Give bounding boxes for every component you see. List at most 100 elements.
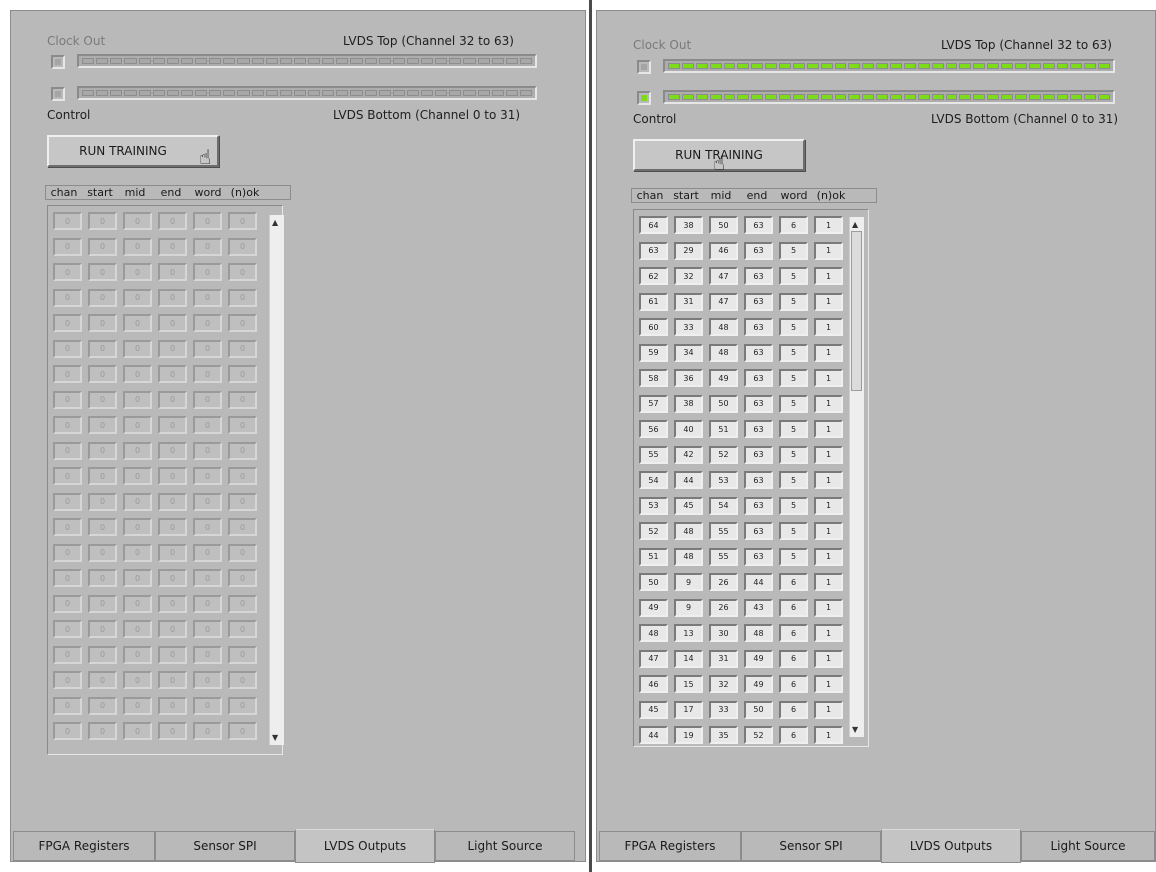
table-cell[interactable]: 33: [709, 700, 738, 719]
table-cell[interactable]: 63: [639, 241, 668, 260]
table-cell[interactable]: 1: [814, 624, 843, 642]
table-cell[interactable]: 0: [88, 263, 117, 281]
table-cell[interactable]: 63: [744, 471, 773, 489]
table-cell[interactable]: 31: [674, 292, 703, 311]
table-cell[interactable]: 0: [53, 645, 82, 664]
table-cell[interactable]: 47: [709, 292, 738, 311]
table-cell[interactable]: 32: [709, 675, 738, 693]
table-cell[interactable]: 0: [88, 365, 117, 383]
table-cell[interactable]: 0: [158, 671, 187, 689]
table-cell[interactable]: 1: [814, 726, 843, 744]
table-cell[interactable]: 0: [53, 212, 82, 230]
table-cell[interactable]: 0: [88, 671, 117, 689]
table-cell[interactable]: 1: [814, 445, 843, 464]
table-cell[interactable]: 0: [228, 390, 257, 409]
table-cell[interactable]: 0: [158, 722, 187, 740]
table-cell[interactable]: 0: [123, 594, 152, 613]
table-cell[interactable]: 0: [88, 492, 117, 511]
table-cell[interactable]: 45: [639, 700, 668, 719]
table-cell[interactable]: 63: [744, 496, 773, 515]
table-cell[interactable]: 0: [88, 390, 117, 409]
table-cell[interactable]: 14: [674, 649, 703, 668]
scroll-up-icon[interactable]: ▲: [272, 218, 278, 227]
table-cell[interactable]: 42: [674, 445, 703, 464]
table-cell[interactable]: 1: [814, 394, 843, 413]
table-cell[interactable]: 30: [709, 624, 738, 642]
table-cell[interactable]: 48: [709, 343, 738, 362]
table-cell[interactable]: 63: [744, 445, 773, 464]
table-cell[interactable]: 0: [123, 543, 152, 562]
table-cell[interactable]: 0: [193, 594, 222, 613]
table-cell[interactable]: 0: [123, 416, 152, 434]
table-cell[interactable]: 0: [228, 671, 257, 689]
table-cell[interactable]: 0: [88, 722, 117, 740]
table-cell[interactable]: 0: [123, 212, 152, 230]
table-cell[interactable]: 0: [193, 671, 222, 689]
table-cell[interactable]: 0: [228, 518, 257, 536]
table-cell[interactable]: 0: [193, 288, 222, 307]
table-cell[interactable]: 57: [639, 394, 668, 413]
table-cell[interactable]: 0: [158, 518, 187, 536]
table-cell[interactable]: 19: [674, 726, 703, 744]
table-cell[interactable]: 55: [709, 522, 738, 540]
table-cell[interactable]: 0: [158, 416, 187, 434]
table-cell[interactable]: 32: [674, 267, 703, 285]
table-cell[interactable]: 0: [53, 620, 82, 638]
table-cell[interactable]: 49: [709, 369, 738, 387]
table-cell[interactable]: 0: [158, 543, 187, 562]
table-cell[interactable]: 0: [88, 569, 117, 587]
table-cell[interactable]: 0: [88, 696, 117, 715]
table-cell[interactable]: 0: [53, 569, 82, 587]
table-cell[interactable]: 48: [674, 522, 703, 540]
run-training-button[interactable]: RUN TRAINING: [47, 135, 219, 167]
table-cell[interactable]: 0: [88, 518, 117, 536]
table-cell[interactable]: 0: [228, 620, 257, 638]
table-cell[interactable]: 0: [53, 263, 82, 281]
table-cell[interactable]: 1: [814, 420, 843, 438]
table-cell[interactable]: 0: [123, 620, 152, 638]
table-cell[interactable]: 48: [709, 318, 738, 336]
table-cell[interactable]: 48: [639, 624, 668, 642]
table-cell[interactable]: 0: [53, 492, 82, 511]
table-cell[interactable]: 60: [639, 318, 668, 336]
table-cell[interactable]: 0: [123, 365, 152, 383]
table-cell[interactable]: 0: [88, 339, 117, 358]
table-cell[interactable]: 38: [674, 216, 703, 234]
scroll-down-icon[interactable]: ▼: [852, 725, 858, 734]
table-cell[interactable]: 0: [53, 339, 82, 358]
table-cell[interactable]: 63: [744, 267, 773, 285]
table-cell[interactable]: 50: [639, 573, 668, 591]
table-cell[interactable]: 0: [193, 263, 222, 281]
table-cell[interactable]: 5: [779, 318, 808, 336]
table-cell[interactable]: 1: [814, 573, 843, 591]
table-scrollbar[interactable]: ▲ ▼: [849, 217, 864, 737]
table-cell[interactable]: 33: [674, 318, 703, 336]
table-cell[interactable]: 50: [709, 216, 738, 234]
scroll-up-icon[interactable]: ▲: [852, 220, 858, 229]
table-cell[interactable]: 61: [639, 292, 668, 311]
table-cell[interactable]: 0: [193, 543, 222, 562]
tab-sensor-spi[interactable]: Sensor SPI: [741, 831, 881, 861]
table-cell[interactable]: 0: [88, 212, 117, 230]
table-cell[interactable]: 9: [674, 598, 703, 617]
table-cell[interactable]: 0: [123, 441, 152, 460]
table-cell[interactable]: 5: [779, 369, 808, 387]
table-cell[interactable]: 53: [639, 496, 668, 515]
table-cell[interactable]: 52: [709, 445, 738, 464]
table-cell[interactable]: 26: [709, 598, 738, 617]
table-cell[interactable]: 0: [123, 467, 152, 485]
table-cell[interactable]: 0: [158, 212, 187, 230]
table-cell[interactable]: 0: [158, 390, 187, 409]
table-cell[interactable]: 50: [744, 700, 773, 719]
table-cell[interactable]: 49: [744, 675, 773, 693]
table-cell[interactable]: 50: [709, 394, 738, 413]
table-cell[interactable]: 38: [674, 394, 703, 413]
table-cell[interactable]: 0: [158, 441, 187, 460]
table-cell[interactable]: 47: [709, 267, 738, 285]
table-cell[interactable]: 6: [779, 675, 808, 693]
table-cell[interactable]: 0: [193, 696, 222, 715]
table-cell[interactable]: 5: [779, 496, 808, 515]
table-cell[interactable]: 0: [53, 671, 82, 689]
table-cell[interactable]: 0: [228, 288, 257, 307]
table-cell[interactable]: 0: [228, 543, 257, 562]
